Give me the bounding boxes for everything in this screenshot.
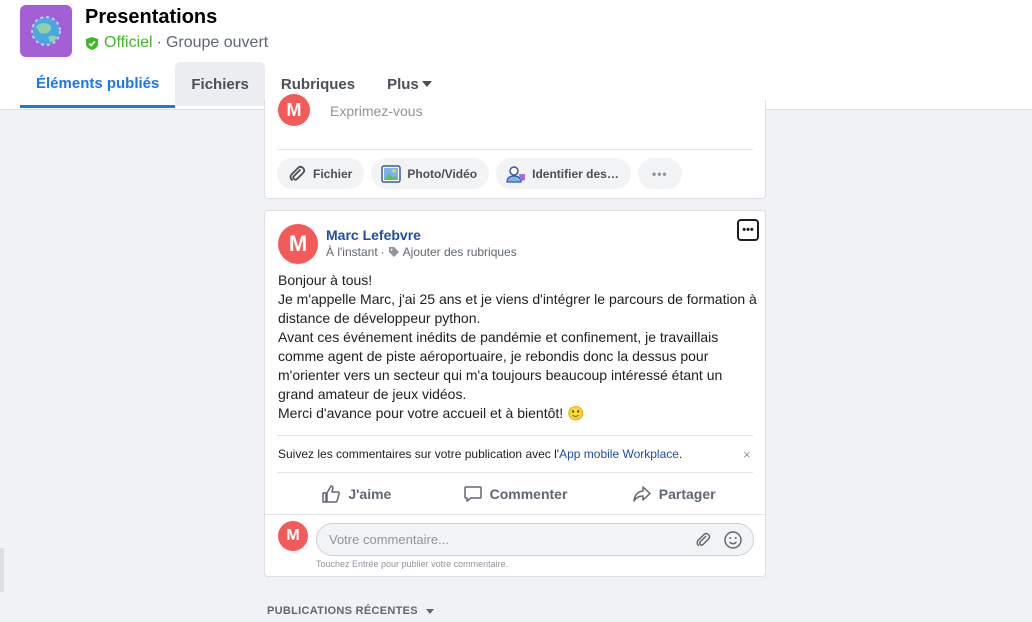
tag-people-label: Identifier des… [532, 166, 619, 181]
like-button[interactable]: J'aime [277, 477, 436, 511]
tag-people-icon [506, 165, 526, 183]
official-badge[interactable]: Officiel [85, 34, 153, 52]
paperclip-icon [289, 165, 306, 181]
file-button[interactable]: Fichier [277, 158, 365, 189]
post-timestamp[interactable]: À l'instant [326, 245, 378, 259]
post-card: M Marc Lefebvre À l'instant · Ajouter de… [264, 210, 766, 577]
post-body: Bonjour à tous! Je m'appelle Marc, j'ai … [278, 271, 758, 423]
notice-end: . [678, 447, 683, 461]
notice-text: Suivez les commentaires sur votre public… [278, 447, 560, 461]
subtitle-separator: · [156, 34, 162, 51]
recent-publications-toggle[interactable]: PUBLICATIONS RÉCENTES [267, 605, 434, 617]
emoji-picker-icon[interactable] [723, 530, 743, 550]
comment-input[interactable] [329, 524, 689, 555]
attach-icon[interactable] [694, 531, 712, 549]
recent-publications-label: PUBLICATIONS RÉCENTES [267, 605, 418, 617]
group-subtitle: Officiel · Groupe ouvert [85, 34, 268, 52]
composer-actions: Fichier Photo/Vidéo Identifier des… ••• [277, 158, 682, 189]
share-icon [633, 486, 651, 502]
tab-label: Rubriques [280, 75, 356, 93]
like-label: J'aime [348, 486, 392, 502]
share-label: Partager [658, 486, 716, 502]
comment-icon [463, 486, 482, 502]
group-title[interactable]: Presentations [85, 6, 217, 29]
workplace-app-link[interactable]: App mobile Workplace [559, 447, 679, 461]
avatar[interactable]: M [278, 94, 310, 126]
tab-label: Fichiers [191, 75, 249, 93]
tab-files[interactable]: Fichiers [175, 62, 265, 106]
comment-label: Commenter [489, 486, 568, 502]
post-menu-button[interactable]: ••• [737, 219, 759, 241]
author-avatar[interactable]: M [278, 224, 318, 264]
more-dots-icon: ••• [652, 166, 668, 181]
add-topics-link[interactable]: Ajouter des rubriques [403, 245, 517, 259]
comment-button[interactable]: Commenter [436, 477, 595, 511]
divider [277, 472, 753, 473]
divider [265, 514, 765, 515]
photo-video-button[interactable]: Photo/Vidéo [371, 158, 490, 189]
post-composer: M Exprimez-vous Fichier Photo/Vidéo Iden… [264, 94, 766, 199]
smile-emoji: 🙂 [567, 405, 585, 421]
comment-box [316, 523, 754, 556]
caret-down-icon [421, 81, 432, 87]
shield-check-icon [86, 36, 98, 50]
official-label: Officiel [104, 34, 153, 51]
globe-icon [31, 16, 61, 46]
file-button-label: Fichier [313, 166, 353, 181]
post-text: Bonjour à tous! Je m'appelle Marc, j'ai … [278, 272, 757, 421]
photo-icon [381, 164, 402, 183]
author-name[interactable]: Marc Lefebvre [326, 227, 421, 243]
group-header: Presentations Officiel · Groupe ouvert É… [0, 0, 1032, 110]
group-privacy: Groupe ouvert [165, 34, 269, 51]
comment-hint: Touchez Entrée pour publier votre commen… [316, 559, 509, 569]
tab-label: Plus [387, 75, 419, 93]
more-dots-icon: ••• [742, 223, 754, 236]
tag-icon [388, 247, 399, 257]
composer-prompt[interactable]: Exprimez-vous [330, 103, 423, 119]
caret-down-icon [425, 608, 434, 614]
commenter-avatar[interactable]: M [278, 521, 308, 551]
close-notice-button[interactable]: × [743, 447, 751, 462]
post-meta: À l'instant · Ajouter des rubriques [326, 245, 517, 259]
divider [277, 435, 753, 436]
thumbs-up-icon [322, 485, 341, 503]
tab-published-items[interactable]: Éléments publiés [20, 62, 176, 108]
more-options-button[interactable]: ••• [637, 158, 682, 189]
photo-video-label: Photo/Vidéo [407, 166, 478, 181]
meta-separator: · [380, 245, 385, 259]
divider [277, 149, 753, 150]
tag-people-button[interactable]: Identifier des… [496, 158, 631, 189]
tab-label: Éléments publiés [36, 75, 160, 92]
share-button[interactable]: Partager [594, 477, 753, 511]
mobile-app-notice: Suivez les commentaires sur votre public… [278, 447, 682, 461]
group-avatar[interactable] [20, 5, 72, 57]
reaction-bar: J'aime Commenter Partager [277, 477, 753, 511]
sidebar-edge [0, 548, 4, 592]
